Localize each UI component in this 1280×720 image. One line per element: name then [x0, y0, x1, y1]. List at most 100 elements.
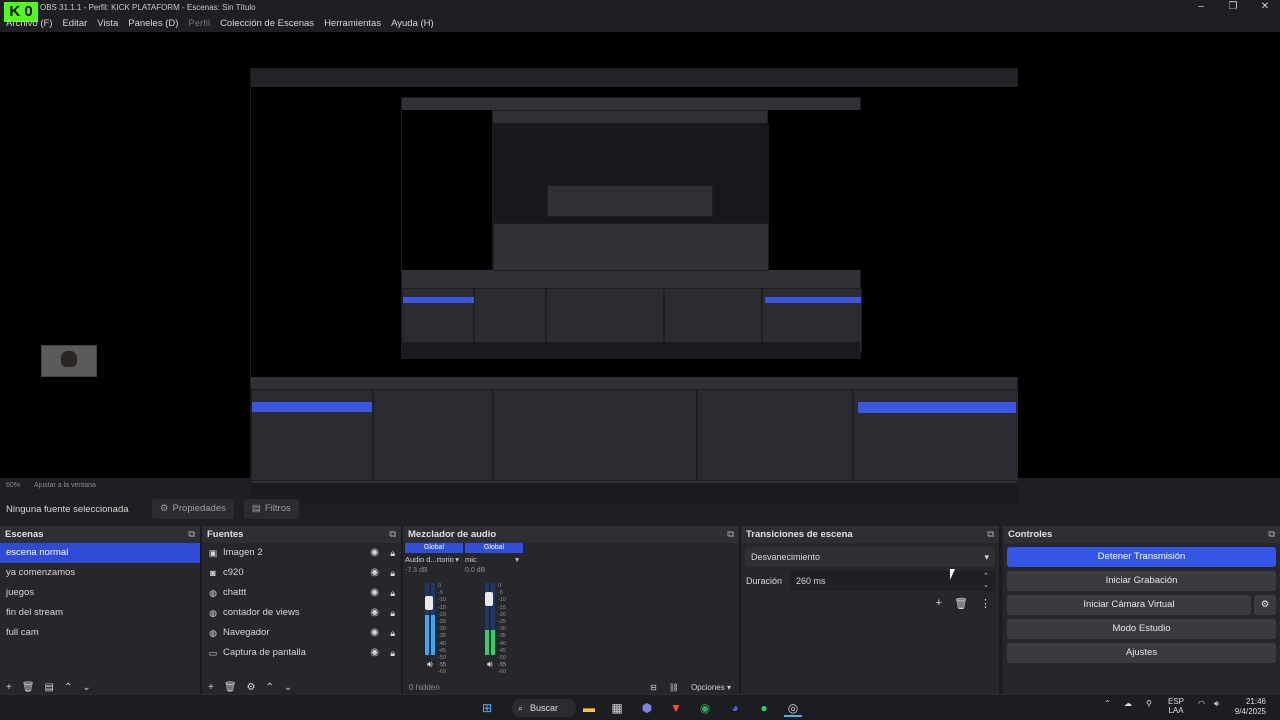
source-item[interactable]: ◍ contador de views ◉ 🔒︎ [202, 603, 401, 623]
source-item[interactable]: ◙ c920 ◉ 🔒︎ [202, 563, 401, 583]
eye-icon[interactable]: ◉ [370, 583, 379, 603]
minimize-icon[interactable]: – [1186, 0, 1216, 14]
webcam-thumbnail [41, 345, 97, 377]
scene-item[interactable]: juegos [0, 583, 200, 603]
filter-icon[interactable]: ▤ [45, 682, 54, 693]
fit-mode[interactable]: Ajustar a la ventana [34, 482, 96, 489]
eye-icon[interactable]: ◉ [370, 623, 379, 643]
channel-name[interactable]: mic [465, 555, 477, 564]
zoom-level[interactable]: 60% [6, 482, 20, 489]
scene-item[interactable]: escena normal [0, 543, 200, 563]
headphones-icon[interactable]: ◌ [441, 659, 446, 670]
search-icon: ⌕ [518, 703, 524, 713]
wifi-icon[interactable]: ◠ [1198, 699, 1205, 708]
menu-perfil[interactable]: Perfil [188, 15, 210, 32]
add-icon[interactable]: + [6, 682, 12, 693]
menu-herramientas[interactable]: Herramientas [324, 15, 381, 32]
obs-icon[interactable]: ◎ [784, 699, 802, 717]
dock-undock-icon[interactable]: ⧉ [727, 526, 734, 543]
dock-undock-icon[interactable]: ⧉ [1268, 526, 1275, 543]
lock-icon[interactable]: ⊟ [650, 683, 657, 692]
mixer-channels: Global Audio d...rtorio ▾ -7.3 dB 0 -5 -10-… [405, 543, 525, 683]
lock-icon[interactable]: 🔒︎ [390, 563, 395, 583]
eye-icon[interactable]: ◉ [370, 603, 379, 623]
source-item[interactable]: ▭ Captura de pantalla ◉ 🔒︎ [202, 643, 401, 663]
channel-name[interactable]: Audio d...rtorio [405, 555, 454, 564]
close-icon[interactable]: ✕ [1250, 0, 1280, 14]
down-arrow-icon[interactable]: ⌄ [284, 682, 292, 693]
scene-item[interactable]: fin del stream [0, 603, 200, 623]
gear-icon[interactable]: ⚙ [247, 682, 256, 693]
eye-icon[interactable]: ◉ [370, 563, 379, 583]
eye-icon[interactable]: ◉ [370, 643, 379, 663]
usb-icon[interactable]: ⚲ [1146, 699, 1152, 708]
speaker-icon[interactable]: 🔊︎ [427, 659, 433, 670]
language-indicator[interactable]: ESP LAA [1168, 697, 1184, 715]
scene-item[interactable]: full cam [0, 623, 200, 643]
trash-icon[interactable]: 🗑 [224, 682, 237, 693]
link-icon[interactable]: ⛓ [669, 683, 679, 692]
source-item[interactable]: ◍ chattt ◉ 🔒︎ [202, 583, 401, 603]
gear-icon: ⚙ [160, 503, 169, 514]
discord-icon[interactable]: ◕ [726, 699, 744, 717]
lock-icon[interactable]: 🔒︎ [390, 603, 395, 623]
add-icon[interactable]: + [208, 682, 214, 693]
more-icon[interactable]: ⋮ [980, 597, 991, 610]
start-recording-button[interactable]: Iniciar Grabación [1007, 571, 1276, 591]
trash-icon[interactable]: 🗑 [22, 682, 35, 693]
settings-button[interactable]: Ajustes [1007, 643, 1276, 663]
options-button[interactable]: Opciones ▾ [691, 683, 731, 692]
start-virtual-camera-button[interactable]: Iniciar Cámara Virtual [1007, 595, 1251, 615]
folder-icon[interactable]: ▬ [580, 699, 598, 717]
chrome-icon[interactable]: ◉ [696, 699, 714, 717]
menu-editar[interactable]: Editar [62, 15, 87, 32]
menu-coleccion[interactable]: Colección de Escenas [220, 15, 314, 32]
transition-select[interactable]: Desvanecimiento ▾ [745, 547, 995, 567]
eye-icon[interactable]: ◉ [370, 543, 379, 563]
speaker-icon[interactable]: 🔊︎ [487, 659, 493, 670]
store-icon[interactable]: ▦ [608, 699, 626, 717]
add-icon[interactable]: + [936, 597, 942, 610]
brave-icon[interactable]: ▼ [667, 699, 685, 717]
properties-button[interactable]: ⚙ Propiedades [152, 499, 234, 519]
cloud-icon[interactable]: ☁ [1124, 699, 1132, 708]
menu-paneles[interactable]: Paneles (D) [128, 15, 178, 32]
lock-icon[interactable]: 🔒︎ [390, 543, 395, 563]
gear-icon[interactable]: ⚙ [1254, 595, 1276, 615]
headphones-icon[interactable]: ◌ [501, 659, 506, 670]
teams-icon[interactable]: ⬢ [638, 699, 656, 717]
source-item[interactable]: ◍ Navegador ◉ 🔒︎ [202, 623, 401, 643]
lock-icon[interactable]: 🔒︎ [390, 583, 395, 603]
lock-icon[interactable]: 🔒︎ [390, 623, 395, 643]
volume-icon[interactable]: 🔊︎ [1214, 699, 1219, 709]
menu-ayuda[interactable]: Ayuda (H) [391, 15, 434, 32]
clock[interactable]: 21:46 9/4/2025 [1235, 697, 1266, 717]
menu-vista[interactable]: Vista [97, 15, 118, 32]
down-arrow-icon[interactable]: ⌄ [82, 682, 90, 693]
trash-icon[interactable]: 🗑 [954, 597, 968, 610]
chevron-down-icon[interactable]: ▾ [455, 555, 459, 564]
studio-mode-button[interactable]: Modo Estudio [1007, 619, 1276, 639]
spinner-icon[interactable]: ⌃ ⌄ [983, 572, 989, 590]
menu-archivo[interactable]: Archivo (F) [6, 15, 52, 32]
lock-icon[interactable]: 🔒︎ [390, 643, 395, 663]
dock-undock-icon[interactable]: ⧉ [389, 526, 396, 543]
dock-undock-icon[interactable]: ⧉ [188, 526, 195, 543]
volume-fader[interactable] [425, 595, 433, 610]
filters-button[interactable]: ▤ Filtros [243, 499, 299, 519]
taskbar-search[interactable]: ⌕ Buscar [512, 699, 576, 717]
duration-input[interactable]: 260 ms ⌃ ⌄ [790, 571, 995, 591]
volume-fader[interactable] [485, 591, 493, 606]
preview-area[interactable] [0, 32, 1280, 504]
up-arrow-icon[interactable]: ⌃ [266, 682, 274, 693]
spotify-icon[interactable]: ● [755, 699, 773, 717]
maximize-icon[interactable]: ❐ [1218, 0, 1248, 14]
stop-stream-button[interactable]: Detener Transmisión [1007, 547, 1276, 567]
chevron-up-icon[interactable]: ⌃ [1104, 699, 1111, 708]
windows-start-icon[interactable]: ⊞ [478, 699, 496, 717]
dock-undock-icon[interactable]: ⧉ [987, 526, 994, 543]
chevron-down-icon[interactable]: ▾ [515, 555, 519, 564]
scene-item[interactable]: ya comenzamos [0, 563, 200, 583]
source-item[interactable]: ▣ Imagen 2 ◉ 🔒︎ [202, 543, 401, 563]
up-arrow-icon[interactable]: ⌃ [64, 682, 72, 693]
